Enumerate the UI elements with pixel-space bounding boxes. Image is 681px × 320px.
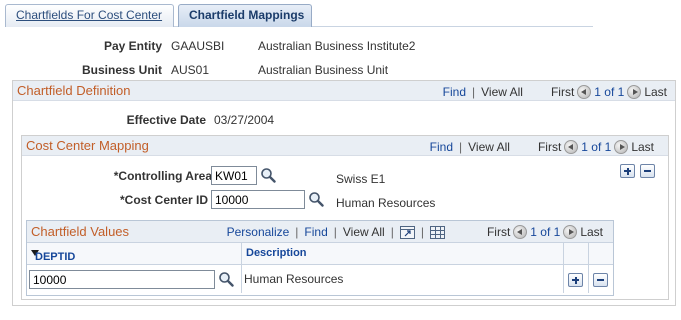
zoom-grid-icon[interactable] bbox=[399, 225, 415, 239]
nav-separator: | bbox=[420, 225, 424, 239]
column-header-deptid-label: DEPTID bbox=[35, 251, 76, 263]
last-label: Last bbox=[631, 140, 654, 154]
nav-separator: | bbox=[333, 225, 337, 239]
business-unit-description: Australian Business Unit bbox=[258, 63, 389, 77]
add-cell bbox=[564, 265, 589, 293]
nav-separator: | bbox=[390, 225, 394, 239]
add-row-icon[interactable] bbox=[620, 164, 635, 178]
pay-entity-label: Pay Entity bbox=[103, 39, 162, 53]
view-all-link[interactable]: View All bbox=[468, 140, 510, 154]
view-all-link[interactable]: View All bbox=[343, 225, 385, 239]
column-header-delete bbox=[589, 243, 613, 265]
find-link[interactable]: Find bbox=[443, 85, 466, 99]
chartfield-values-title: Chartfield Values bbox=[31, 224, 130, 239]
effective-date-value: 03/27/2004 bbox=[214, 113, 275, 127]
delete-cell bbox=[589, 265, 613, 293]
controlling-area-input[interactable] bbox=[211, 166, 257, 185]
last-label: Last bbox=[580, 225, 603, 239]
cost-center-id-input[interactable] bbox=[211, 190, 305, 209]
prev-arrow-icon[interactable] bbox=[564, 140, 579, 154]
delete-row-icon[interactable] bbox=[640, 164, 655, 178]
row-count: 1 of 1 bbox=[581, 140, 612, 154]
cost-center-id-label: *Cost Center ID bbox=[119, 193, 208, 207]
lookup-icon[interactable] bbox=[218, 271, 234, 287]
personalize-link[interactable]: Personalize bbox=[227, 225, 290, 239]
business-unit-label: Business Unit bbox=[81, 63, 162, 77]
chartfield-values-grid: Chartfield Values Personalize | Find | V… bbox=[26, 220, 614, 296]
chartfield-definition-title: Chartfield Definition bbox=[17, 83, 131, 98]
find-link[interactable]: Find bbox=[304, 225, 327, 239]
delete-row-icon[interactable] bbox=[593, 273, 608, 287]
nav-separator: | bbox=[459, 140, 463, 154]
first-label: First bbox=[550, 85, 575, 99]
column-header-deptid[interactable]: DEPTID bbox=[27, 243, 242, 265]
download-grid-icon[interactable] bbox=[429, 225, 445, 239]
lookup-icon[interactable] bbox=[260, 167, 276, 183]
column-header-add bbox=[564, 243, 589, 265]
nav-separator: | bbox=[472, 85, 476, 99]
cost-center-mapping-title: Cost Center Mapping bbox=[26, 138, 149, 153]
cost-center-mapping-header: Cost Center Mapping Find | View All Firs… bbox=[22, 136, 668, 156]
first-label: First bbox=[486, 225, 511, 239]
prev-arrow-icon[interactable] bbox=[513, 225, 528, 239]
effective-date-label: Effective Date bbox=[126, 113, 206, 127]
last-label: Last bbox=[644, 85, 667, 99]
pay-entity-description: Australian Business Institute2 bbox=[258, 39, 416, 53]
nav-separator: | bbox=[295, 225, 299, 239]
chartfield-definition-nav: Find | View All First 1 of 1 Last bbox=[443, 85, 667, 99]
first-label: First bbox=[537, 140, 562, 154]
cost-center-mapping-group: Cost Center Mapping Find | View All Firs… bbox=[21, 135, 669, 300]
chartfield-values-header: Chartfield Values Personalize | Find | V… bbox=[27, 221, 613, 243]
row-count: 1 of 1 bbox=[594, 85, 625, 99]
controlling-area-label: *Controlling Area bbox=[113, 169, 212, 183]
column-header-description-label: Description bbox=[246, 247, 307, 259]
cost-center-description: Human Resources bbox=[336, 196, 436, 210]
pay-entity-code: GAAUSBI bbox=[171, 39, 225, 53]
add-row-icon[interactable] bbox=[568, 273, 583, 287]
next-arrow-icon[interactable] bbox=[627, 85, 642, 99]
chartfield-definition-group: Chartfield Definition Find | View All Fi… bbox=[12, 80, 676, 306]
cost-center-mapping-nav: Find | View All First 1 of 1 Last bbox=[430, 140, 654, 154]
view-all-link[interactable]: View All bbox=[481, 85, 523, 99]
description-cell: Human Resources bbox=[242, 265, 564, 293]
controlling-area-description: Swiss E1 bbox=[336, 172, 386, 186]
chartfield-definition-header: Chartfield Definition Find | View All Fi… bbox=[13, 81, 675, 101]
row-count: 1 of 1 bbox=[530, 225, 561, 239]
row-description: Human Resources bbox=[244, 272, 344, 286]
tab-chartfield-mappings[interactable]: Chartfield Mappings bbox=[178, 4, 312, 27]
tab-chartfields-for-cost-center[interactable]: Chartfields For Cost Center bbox=[5, 4, 174, 27]
business-unit-code: AUS01 bbox=[171, 63, 210, 77]
next-arrow-icon[interactable] bbox=[614, 140, 629, 154]
column-header-description[interactable]: Description bbox=[242, 243, 564, 265]
chartfield-values-nav: Personalize | Find | View All | | First … bbox=[227, 225, 603, 239]
prev-arrow-icon[interactable] bbox=[577, 85, 592, 99]
table-row bbox=[27, 265, 242, 293]
next-arrow-icon[interactable] bbox=[563, 225, 578, 239]
find-link[interactable]: Find bbox=[430, 140, 453, 154]
lookup-icon[interactable] bbox=[308, 191, 324, 207]
deptid-input[interactable] bbox=[29, 270, 215, 289]
